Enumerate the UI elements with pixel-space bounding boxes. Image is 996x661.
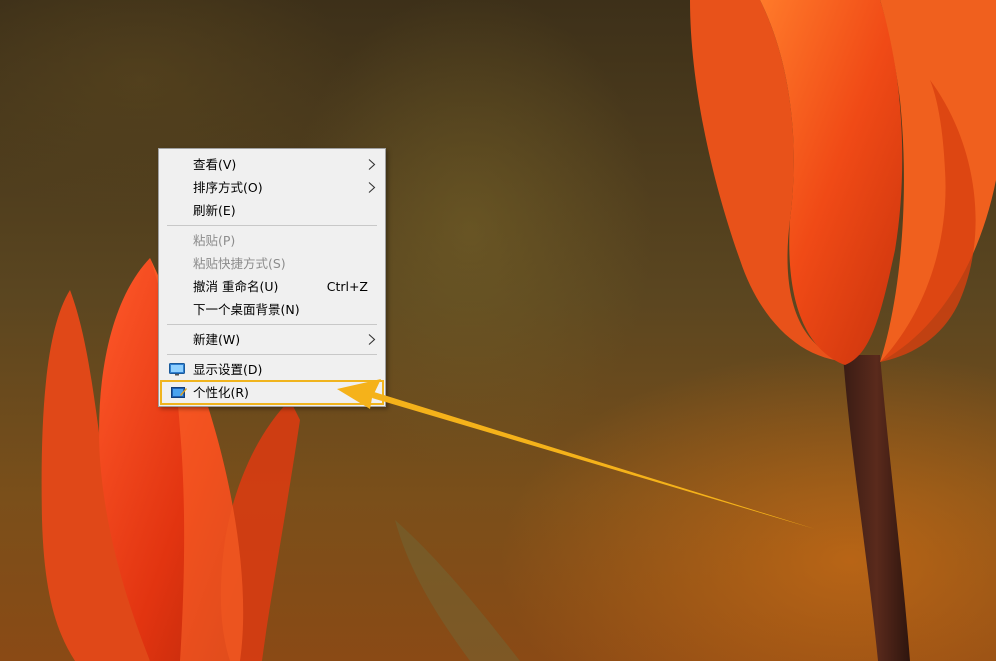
menu-item-label: 下一个桌面背景(N) bbox=[193, 302, 300, 317]
chevron-right-icon bbox=[368, 182, 376, 193]
menu-item-paste: 粘贴(P) bbox=[159, 229, 385, 252]
display-icon bbox=[169, 363, 185, 376]
menu-item-undo-rename[interactable]: 撤消 重命名(U) Ctrl+Z bbox=[159, 275, 385, 298]
menu-item-label: 个性化(R) bbox=[193, 385, 249, 400]
menu-item-refresh[interactable]: 刷新(E) bbox=[159, 199, 385, 222]
menu-item-view[interactable]: 查看(V) bbox=[159, 153, 385, 176]
menu-item-label: 显示设置(D) bbox=[193, 362, 263, 377]
menu-separator bbox=[167, 225, 377, 226]
menu-separator bbox=[167, 324, 377, 325]
menu-item-label: 刷新(E) bbox=[193, 203, 236, 218]
menu-item-label: 排序方式(O) bbox=[193, 180, 263, 195]
menu-item-sort-by[interactable]: 排序方式(O) bbox=[159, 176, 385, 199]
menu-item-paste-shortcut: 粘贴快捷方式(S) bbox=[159, 252, 385, 275]
menu-item-label: 粘贴快捷方式(S) bbox=[193, 256, 286, 271]
menu-item-label: 撤消 重命名(U) bbox=[193, 279, 279, 294]
menu-item-label: 新建(W) bbox=[193, 332, 241, 347]
menu-separator bbox=[167, 354, 377, 355]
chevron-right-icon bbox=[368, 159, 376, 170]
desktop-context-menu: 查看(V) 排序方式(O) 刷新(E) 粘贴(P) 粘贴快捷方式(S) 撤消 重… bbox=[158, 148, 386, 407]
menu-item-new[interactable]: 新建(W) bbox=[159, 328, 385, 351]
menu-item-display-settings[interactable]: 显示设置(D) bbox=[159, 358, 385, 381]
menu-item-shortcut: Ctrl+Z bbox=[326, 279, 368, 294]
wallpaper-tulips-icon bbox=[41, 0, 996, 661]
menu-item-next-desktop-background[interactable]: 下一个桌面背景(N) bbox=[159, 298, 385, 321]
chevron-right-icon bbox=[368, 334, 376, 345]
menu-item-label: 粘贴(P) bbox=[193, 233, 236, 248]
desktop[interactable]: 查看(V) 排序方式(O) 刷新(E) 粘贴(P) 粘贴快捷方式(S) 撤消 重… bbox=[0, 0, 996, 661]
personalize-icon bbox=[171, 387, 187, 398]
menu-item-personalize[interactable]: 个性化(R) bbox=[160, 380, 384, 405]
menu-item-label: 查看(V) bbox=[193, 157, 237, 172]
